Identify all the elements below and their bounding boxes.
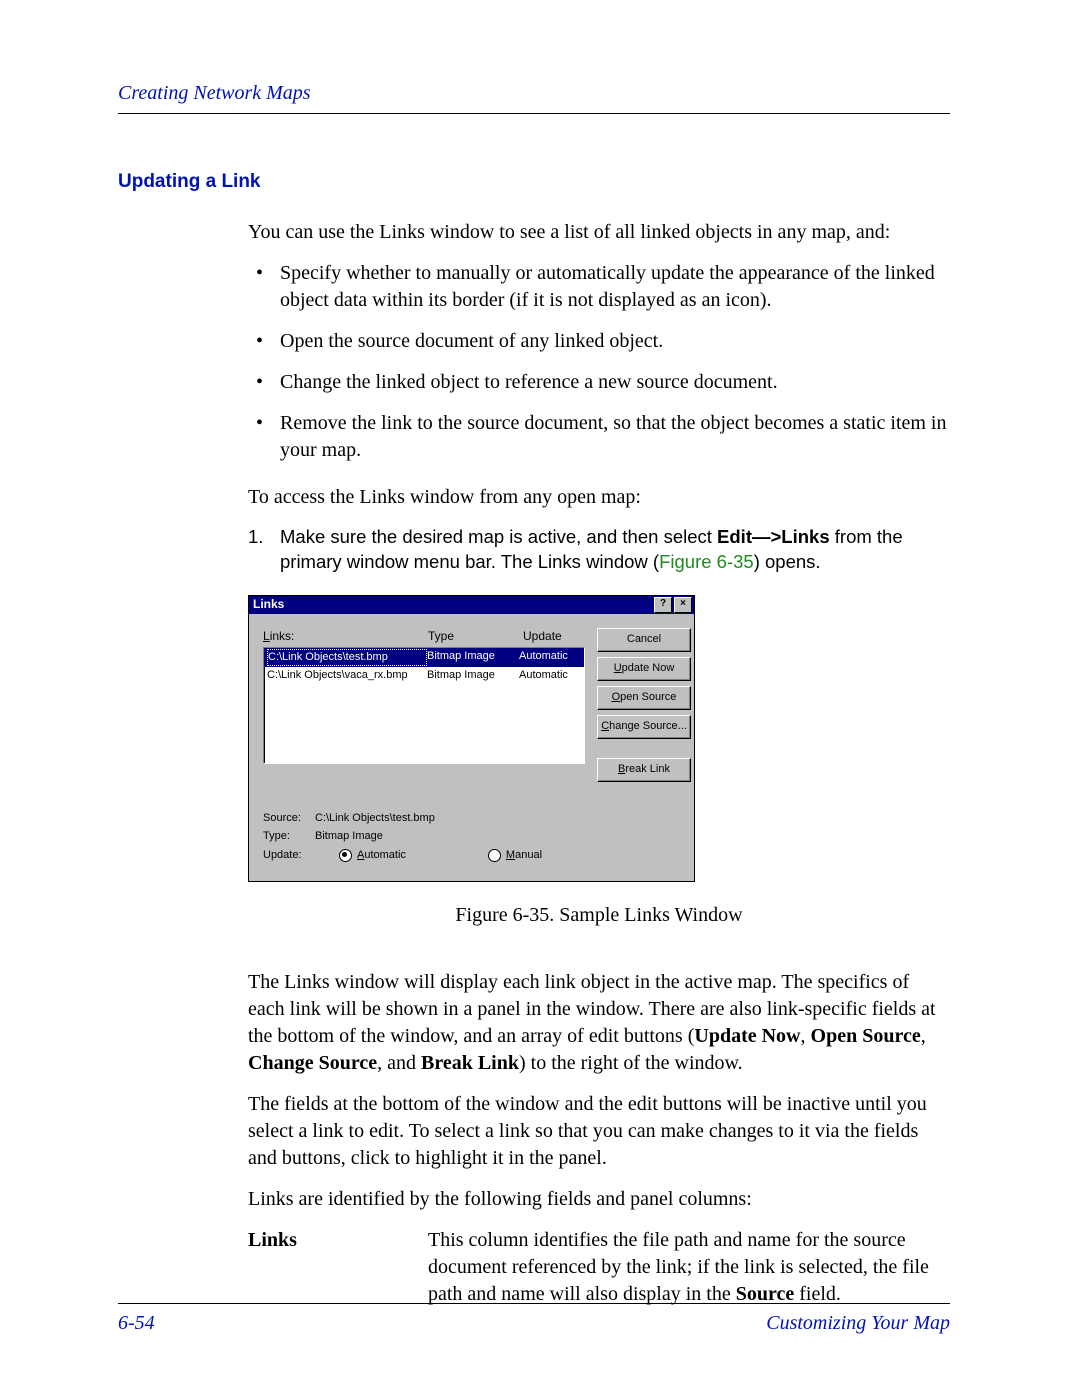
definition-row: Links This column identifies the file pa… <box>248 1227 950 1308</box>
bullet-item: Open the source document of any linked o… <box>248 328 950 355</box>
dialog-left-pane: Links: Type Update C:\Link Objects\test.… <box>263 628 585 787</box>
section-heading: Updating a Link <box>118 169 950 195</box>
open-source-button[interactable]: Open Source <box>597 686 691 710</box>
radio-dot-icon <box>488 849 501 862</box>
step-text-pre: Make sure the desired map is active, and… <box>280 526 717 547</box>
footer-title: Customizing Your Map <box>766 1310 950 1337</box>
type-label: Type: <box>263 829 315 844</box>
page-footer: 6-54 Customizing Your Map <box>118 1303 950 1337</box>
dialog-button-column: Cancel Update Now Open Source Change Sou… <box>597 628 691 787</box>
links-col-header: Links: <box>263 628 428 644</box>
bullet-item: Change the linked object to reference a … <box>248 369 950 396</box>
cancel-button[interactable]: Cancel <box>597 628 691 652</box>
bullet-list: Specify whether to manually or automatic… <box>248 260 950 464</box>
definition-term: Links <box>248 1227 428 1308</box>
list-item[interactable]: C:\Link Objects\test.bmp Bitmap Image Au… <box>264 648 584 667</box>
step-text-post: ) opens. <box>754 551 821 572</box>
page-number: 6-54 <box>118 1310 766 1337</box>
bullet-item: Specify whether to manually or automatic… <box>248 260 950 314</box>
list-item-update: Automatic <box>519 668 581 683</box>
dialog-fields: Source: C:\Link Objects\test.bmp Type: B… <box>249 801 694 882</box>
list-item[interactable]: C:\Link Objects\vaca_rx.bmp Bitmap Image… <box>264 667 584 684</box>
dialog-title: Links <box>253 596 652 612</box>
update-now-button[interactable]: Update Now <box>597 657 691 681</box>
access-paragraph: To access the Links window from any open… <box>248 484 950 511</box>
page: Creating Network Maps Updating a Link Yo… <box>0 0 1080 1397</box>
step-number: 1. <box>248 525 263 550</box>
list-headers: Links: Type Update <box>263 628 585 644</box>
list-item-path: C:\Link Objects\vaca_rx.bmp <box>267 668 427 683</box>
definition-description: This column identifies the file path and… <box>428 1227 950 1308</box>
automatic-radio[interactable]: Automatic <box>339 848 406 863</box>
links-dialog: Links ? × Links: Type Update C:\Link Obj… <box>248 595 695 883</box>
source-value: C:\Link Objects\test.bmp <box>315 811 435 826</box>
list-item-path: C:\Link Objects\test.bmp <box>267 649 427 666</box>
body-block: You can use the Links window to see a li… <box>248 219 950 1308</box>
after-paragraph-2: The fields at the bottom of the window a… <box>248 1091 950 1172</box>
break-link-button[interactable]: Break Link <box>597 758 691 782</box>
dialog-titlebar: Links ? × <box>249 596 694 614</box>
dialog-body: Links: Type Update C:\Link Objects\test.… <box>249 614 694 801</box>
help-button[interactable]: ? <box>654 597 672 613</box>
close-button[interactable]: × <box>674 597 692 613</box>
radio-dot-icon <box>339 849 352 862</box>
intro-paragraph: You can use the Links window to see a li… <box>248 219 950 246</box>
figure-caption: Figure 6-35. Sample Links Window <box>248 902 950 929</box>
list-item-update: Automatic <box>519 649 581 666</box>
change-source-button[interactable]: Change Source... <box>597 715 691 739</box>
menu-path: Edit—>Links <box>717 526 830 547</box>
source-label: Source: <box>263 811 315 826</box>
manual-radio[interactable]: Manual <box>488 848 542 863</box>
update-col-header: Update <box>523 628 585 644</box>
bullet-item: Remove the link to the source document, … <box>248 410 950 464</box>
after-paragraph-1: The Links window will display each link … <box>248 969 950 1077</box>
list-item-type: Bitmap Image <box>427 668 519 683</box>
type-col-header: Type <box>428 628 523 644</box>
type-value: Bitmap Image <box>315 829 383 844</box>
update-label: Update: <box>263 848 315 863</box>
figure-reference[interactable]: Figure 6-35 <box>659 551 754 572</box>
list-item-type: Bitmap Image <box>427 649 519 666</box>
after-paragraph-3: Links are identified by the following fi… <box>248 1186 950 1213</box>
running-header: Creating Network Maps <box>118 80 950 114</box>
links-listbox[interactable]: C:\Link Objects\test.bmp Bitmap Image Au… <box>263 647 585 764</box>
update-radio-group: Automatic Manual <box>315 848 590 863</box>
step-1: 1. Make sure the desired map is active, … <box>248 525 950 575</box>
